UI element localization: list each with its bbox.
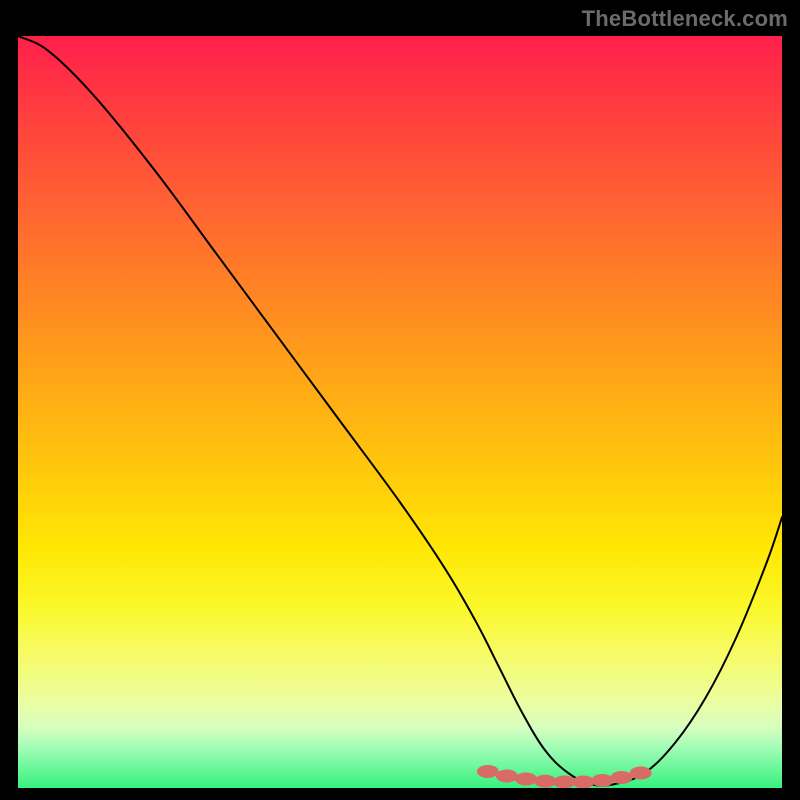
highlight-marker: [496, 769, 518, 782]
highlight-marker: [572, 775, 594, 788]
series-curve: [18, 36, 782, 786]
highlight-marker: [515, 772, 537, 785]
highlight-marker: [534, 775, 556, 788]
chart-stage: TheBottleneck.com: [0, 0, 800, 800]
highlight-marker: [477, 765, 499, 778]
highlight-marker: [591, 774, 613, 787]
highlight-marker: [611, 771, 633, 784]
plot-area: [18, 36, 782, 788]
highlight-marker: [553, 775, 575, 788]
watermark-text: TheBottleneck.com: [582, 6, 788, 32]
marker-group: [477, 765, 652, 788]
highlight-marker: [630, 766, 652, 779]
curve-svg: [18, 36, 782, 788]
